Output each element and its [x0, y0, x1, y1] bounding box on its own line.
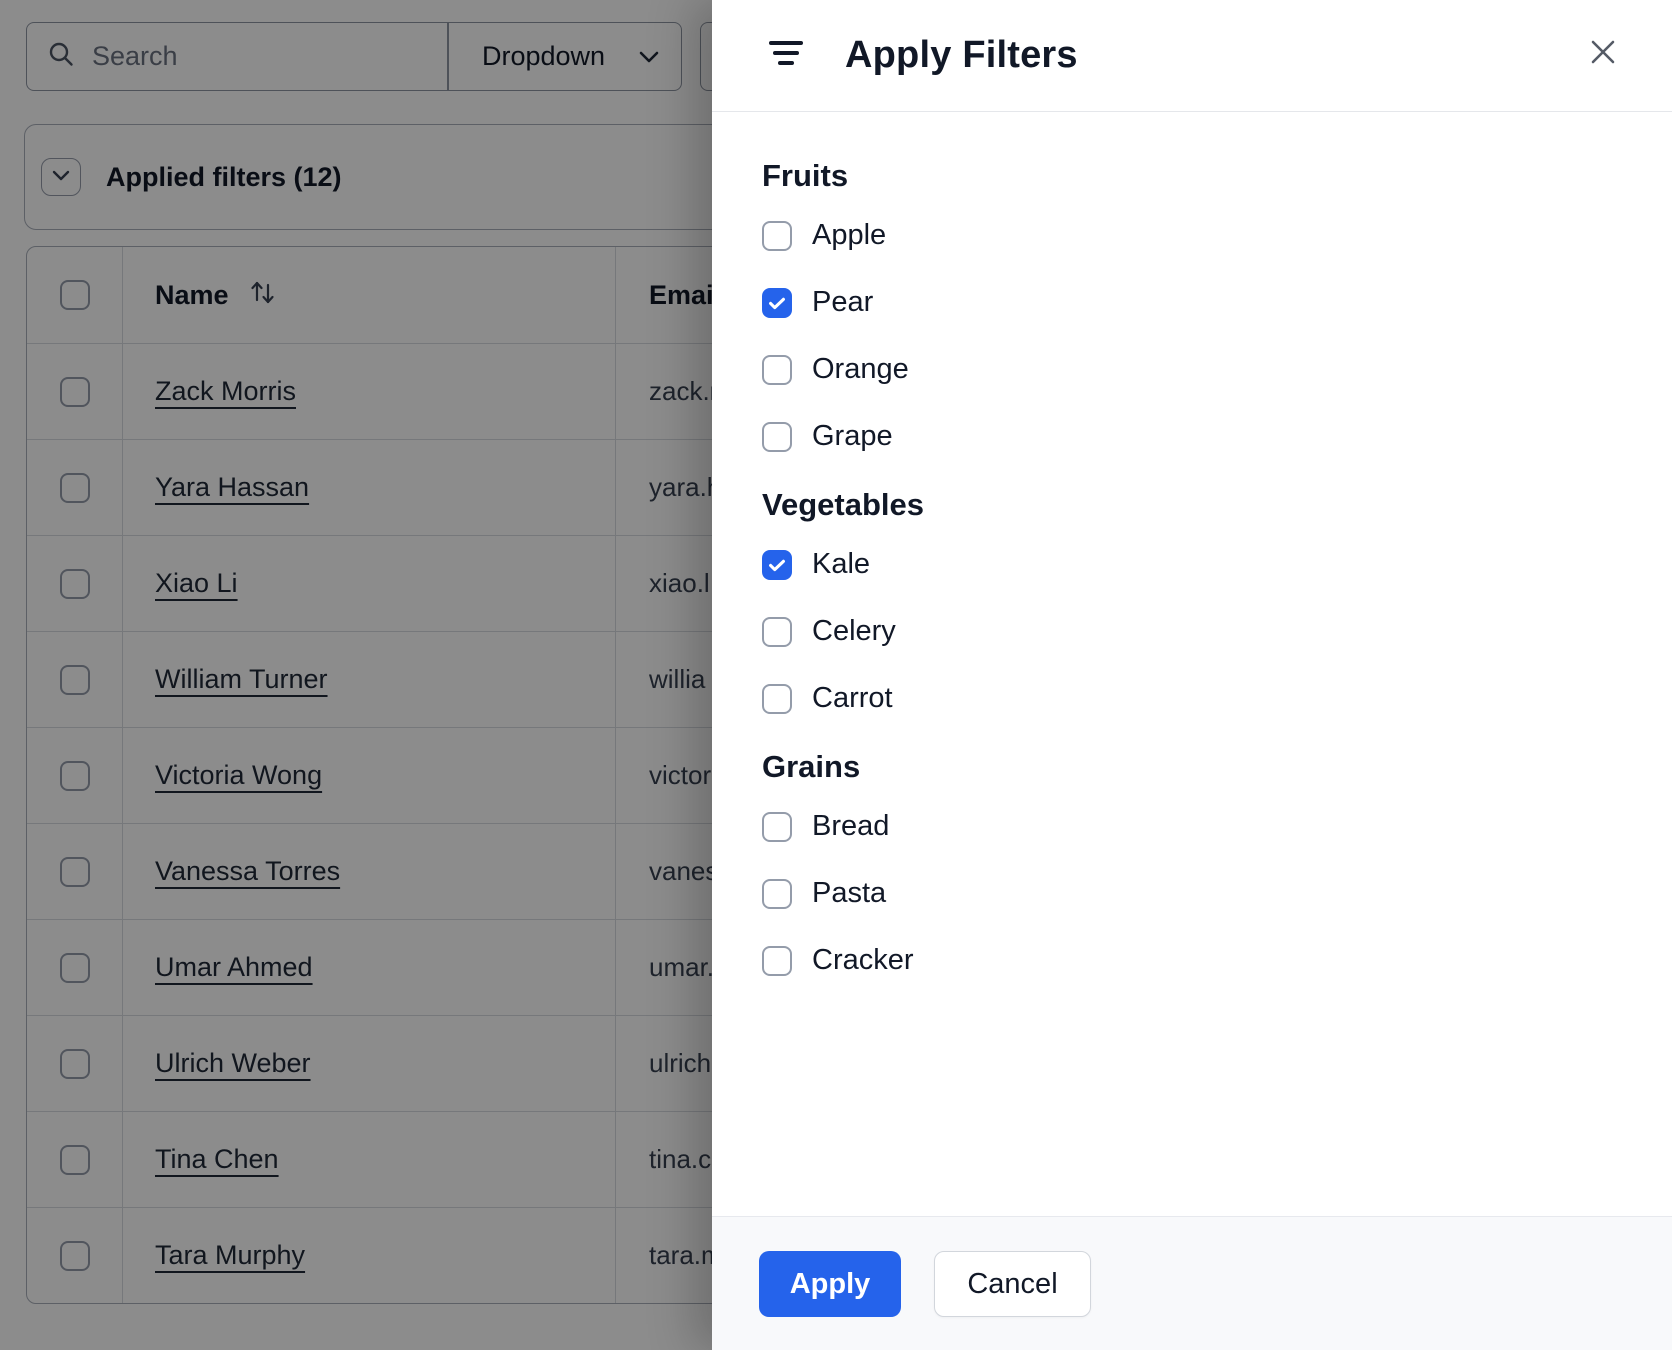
filter-section: Fruits Apple Pear Orange Grape — [762, 158, 1622, 453]
filter-option-label: Kale — [812, 548, 871, 580]
filter-option[interactable]: Celery — [762, 615, 896, 648]
filter-sections: Fruits Apple Pear Orange Grape Vegetables Kale… — [712, 112, 1672, 977]
filter-section-heading: Fruits — [762, 158, 849, 193]
panel-footer: Apply Cancel — [712, 1216, 1672, 1350]
close-icon[interactable] — [1584, 33, 1622, 71]
checkbox-unchecked[interactable] — [762, 878, 792, 909]
apply-filters-panel: Apply Filters Fruits Apple Pear Orange Grape… — [712, 0, 1672, 1350]
cancel-button[interactable]: Cancel — [934, 1251, 1091, 1317]
filter-section-heading: Vegetables — [762, 487, 924, 522]
checkbox-unchecked[interactable] — [762, 421, 792, 452]
filter-option[interactable]: Grape — [762, 420, 893, 453]
checkbox-checked-icon[interactable] — [762, 287, 792, 318]
checkbox-unchecked[interactable] — [762, 811, 792, 842]
filter-option-label: Bread — [812, 810, 890, 842]
filter-option[interactable]: Carrot — [762, 682, 893, 715]
filter-option-label: Carrot — [812, 682, 893, 714]
filter-option-label: Pear — [812, 286, 874, 318]
filter-option[interactable]: Orange — [762, 353, 909, 386]
filter-section: Vegetables Kale Celery Carrot — [762, 487, 1622, 715]
filter-option-label: Celery — [812, 615, 896, 647]
filter-option[interactable]: Bread — [762, 810, 889, 843]
checkbox-unchecked[interactable] — [762, 354, 792, 385]
panel-header: Apply Filters — [712, 0, 1672, 112]
filter-option[interactable]: Pear — [762, 286, 873, 319]
checkbox-unchecked[interactable] — [762, 616, 792, 647]
filter-option-label: Cracker — [812, 944, 914, 976]
filter-section: Grains Bread Pasta Cracker — [762, 749, 1622, 977]
checkbox-checked-icon[interactable] — [762, 549, 792, 580]
filter-option-label: Orange — [812, 353, 909, 385]
filter-section-heading: Grains — [762, 749, 861, 784]
filter-option[interactable]: Kale — [762, 548, 870, 581]
apply-button[interactable]: Apply — [759, 1251, 901, 1317]
filter-option-label: Pasta — [812, 877, 887, 909]
filter-option-label: Grape — [812, 420, 893, 452]
filter-icon — [768, 39, 804, 72]
filter-option[interactable]: Cracker — [762, 944, 914, 977]
checkbox-unchecked[interactable] — [762, 945, 792, 976]
filter-option-label: Apple — [812, 219, 887, 251]
checkbox-unchecked[interactable] — [762, 220, 792, 251]
filter-option[interactable]: Pasta — [762, 877, 886, 910]
filter-option[interactable]: Apple — [762, 219, 886, 252]
panel-title: Apply Filters — [845, 34, 1078, 76]
checkbox-unchecked[interactable] — [762, 683, 792, 714]
